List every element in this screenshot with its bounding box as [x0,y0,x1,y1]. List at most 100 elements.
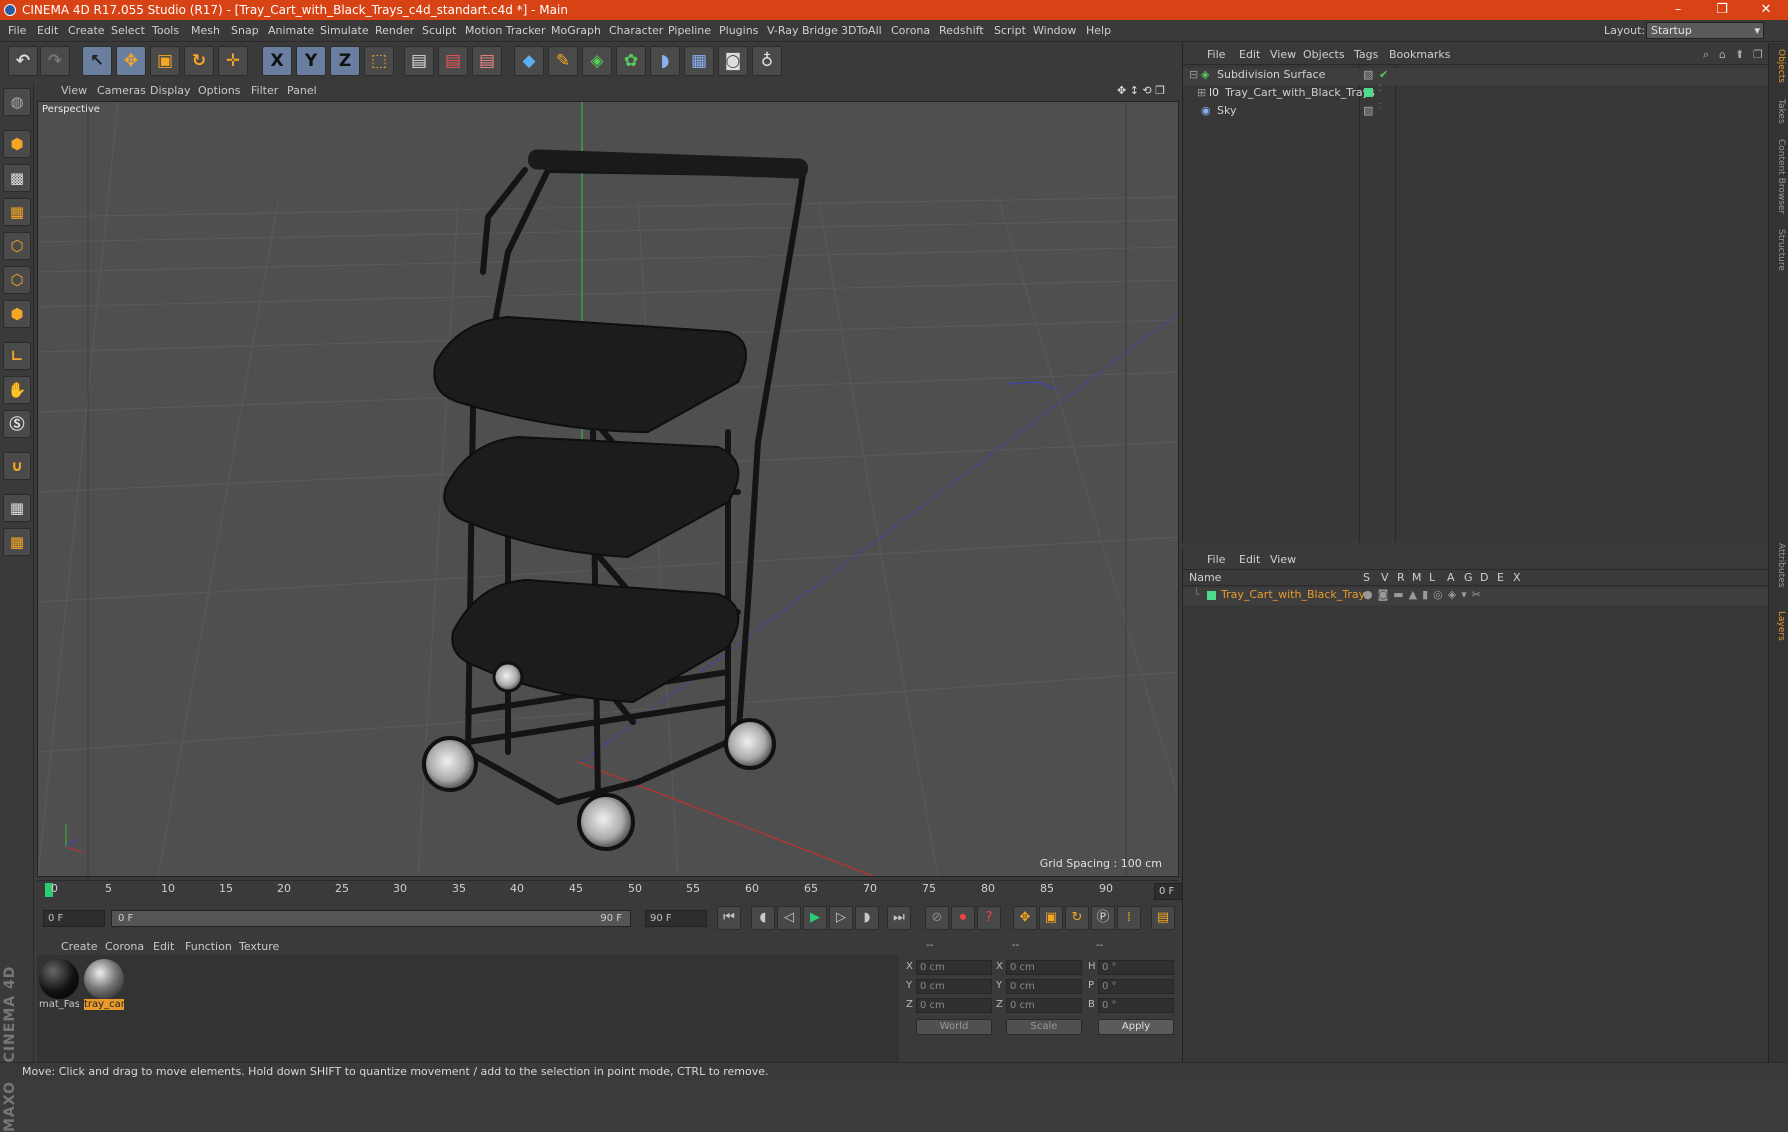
object-menu-view[interactable]: View [1270,48,1296,61]
material-swatch-selected[interactable]: tray_car [84,959,124,1013]
search-icon[interactable]: ⌕ [1703,48,1709,62]
menu-file[interactable]: File [8,24,26,37]
nav-up-icon[interactable]: ⬆ [1735,48,1744,61]
render-picture-viewer-button[interactable]: ▤ [438,46,468,76]
object-menu-objects[interactable]: Objects [1303,48,1345,61]
key-pla-button[interactable]: ⁞ [1117,906,1141,930]
apply-button[interactable]: Apply [1098,1019,1174,1035]
viewport-navigation-icons[interactable]: ✥ ↕ ⟲ ❐ [1117,84,1165,97]
menu-simulate[interactable]: Simulate [320,24,369,37]
key-scale-button[interactable]: ▣ [1039,906,1063,930]
coord-pos-z-field[interactable]: 0 cm [916,998,992,1013]
menu-snap[interactable]: Snap [231,24,259,37]
menu-render[interactable]: Render [375,24,414,37]
object-row-subdivision-surface[interactable]: ⊟ ◈ Subdivision Surface ▧ ✔ [1183,68,1769,85]
go-to-end-button[interactable]: ⏭ [887,906,911,930]
go-to-start-button[interactable]: ⏮ [717,906,741,930]
menu-create[interactable]: Create [68,24,105,37]
coord-size-x-field[interactable]: 0 cm [1006,960,1082,975]
layout-dropdown[interactable]: Startup ▾ [1646,22,1764,39]
menu-mograph[interactable]: MoGraph [551,24,601,37]
visibility-dots-icon[interactable]: ⁚ [1379,84,1382,93]
side-tab-attributes[interactable]: Attributes [1776,543,1786,587]
viewport-menu-filter[interactable]: Filter [251,84,278,97]
menu-edit[interactable]: Edit [37,24,58,37]
viewport-menu-cameras[interactable]: Cameras [97,84,146,97]
polygons-mode-button[interactable]: ⬢ [3,300,31,328]
side-tab-structure[interactable]: Structure [1776,229,1786,271]
menu-plugins[interactable]: Plugins [719,24,758,37]
move-tool-button[interactable]: ✥ [116,46,146,76]
material-menu-function[interactable]: Function [185,940,232,953]
render-view-button[interactable]: ▤ [404,46,434,76]
coord-size-y-field[interactable]: 0 cm [1006,979,1082,994]
material-menu-corona[interactable]: Corona [105,940,144,953]
camera-button[interactable]: ◙ [718,46,748,76]
menu-help[interactable]: Help [1086,24,1111,37]
layer-menu-view[interactable]: View [1270,553,1296,566]
material-menu-texture[interactable]: Texture [239,940,279,953]
make-editable-button[interactable]: ◍ [3,88,31,116]
material-menu-create[interactable]: Create [61,940,98,953]
object-menu-bookmarks[interactable]: Bookmarks [1389,48,1450,61]
menu-animate[interactable]: Animate [268,24,314,37]
visibility-dots-icon[interactable]: ⁚ [1379,102,1382,111]
viewport-menu-panel[interactable]: Panel [287,84,317,97]
menu-vray-bridge[interactable]: V-Ray Bridge [767,24,838,37]
side-tab-content-browser[interactable]: Content Browser [1776,139,1786,214]
subdivision-surface-button[interactable]: ◈ [582,46,612,76]
menu-3dtoall[interactable]: 3DToAll [841,24,882,37]
points-mode-button[interactable]: ⬡ [3,232,31,260]
live-selection-button[interactable]: ↖ [82,46,112,76]
autokey-button[interactable]: ⏺ [951,906,975,930]
record-keys-button[interactable]: ⊘ [925,906,949,930]
cloner-button[interactable]: ✿ [616,46,646,76]
axis-mode-button[interactable]: ∟ [3,342,31,370]
start-frame-field[interactable]: 0 F [43,910,105,927]
timeline-window-button[interactable]: ▤ [1151,906,1175,930]
layer-color-swatch[interactable] [1207,591,1216,600]
coordinate-space-dropdown[interactable]: World [916,1019,992,1035]
object-menu-tags[interactable]: Tags [1354,48,1378,61]
edges-mode-button[interactable]: ⬡ [3,266,31,294]
texture-mode-button[interactable]: ▩ [3,164,31,192]
enabled-check-icon[interactable]: ✔ [1379,68,1388,81]
keyframe-selection-button[interactable]: ? [977,906,1001,930]
perspective-viewport[interactable]: Perspective Grid Spacing : 100 cm [37,101,1179,877]
y-axis-lock-button[interactable]: Y [296,46,326,76]
menu-script[interactable]: Script [994,24,1026,37]
menu-sculpt[interactable]: Sculpt [422,24,456,37]
layer-menu-file[interactable]: File [1207,553,1225,566]
coordinate-system-button[interactable]: ⬚ [364,46,394,76]
viewport-menu-display[interactable]: Display [150,84,191,97]
object-menu-edit[interactable]: Edit [1239,48,1260,61]
recent-tool-button[interactable]: ✛ [218,46,248,76]
coord-rot-h-field[interactable]: 0 ° [1098,960,1174,975]
timeline-ruler[interactable]: 0 5 10 15 20 25 30 35 40 45 50 55 60 65 … [37,880,1214,902]
home-icon[interactable]: ⌂ [1719,48,1726,61]
z-axis-lock-button[interactable]: Z [330,46,360,76]
workplane-mode-button[interactable]: ▦ [3,198,31,226]
previous-frame-button[interactable]: ◁ [777,906,801,930]
key-position-button[interactable]: ✥ [1013,906,1037,930]
viewport-menu-options[interactable]: Options [198,84,240,97]
menu-corona[interactable]: Corona [891,24,930,37]
layer-flag-icons[interactable]: ●◙▬▲▮◎◈▾✂ [1363,588,1486,601]
redo-button[interactable]: ↷ [40,46,70,76]
tweak-mode-button[interactable]: ✋ [3,376,31,404]
frame-range-slider[interactable]: 0 F 90 F [111,910,631,927]
side-tab-layers[interactable]: Layers [1776,611,1786,641]
render-settings-button[interactable]: ▤ [472,46,502,76]
rotate-tool-button[interactable]: ↻ [184,46,214,76]
menu-window[interactable]: Window [1033,24,1076,37]
pen-spline-button[interactable]: ✎ [548,46,578,76]
new-view-icon[interactable]: ❐ [1753,48,1763,61]
previous-key-button[interactable]: ◖ [751,906,775,930]
deformer-button[interactable]: ◗ [650,46,680,76]
side-tab-takes[interactable]: Takes [1776,99,1786,124]
maximize-button[interactable]: ❐ [1700,0,1744,20]
material-swatch[interactable]: mat_Fas [39,959,79,1013]
model-mode-button[interactable]: ⬢ [3,130,31,158]
end-frame-field[interactable]: 90 F [645,910,707,927]
floor-button[interactable]: ▦ [684,46,714,76]
